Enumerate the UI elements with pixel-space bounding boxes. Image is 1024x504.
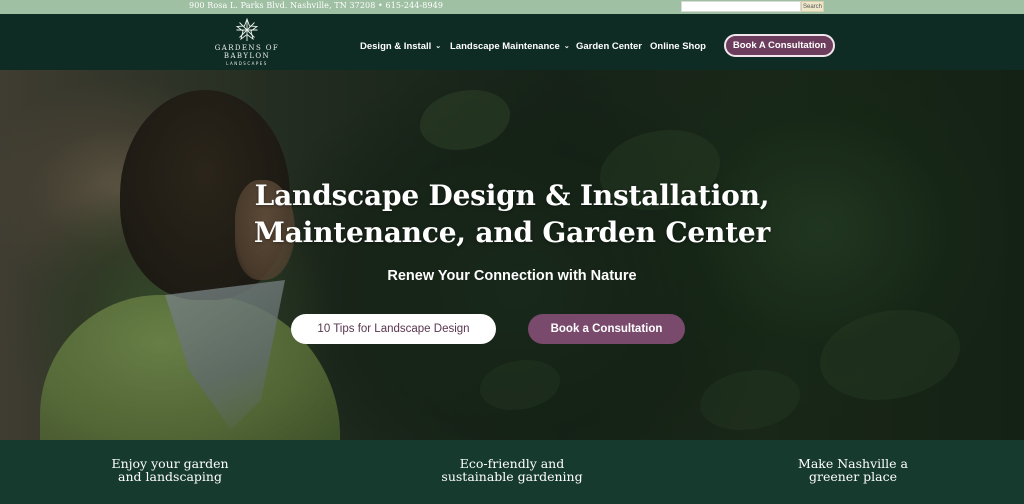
- chevron-down-icon: ⌄: [563, 42, 570, 50]
- features-strip: Enjoy your garden and landscaping Eco-fr…: [0, 440, 1024, 504]
- hero-overlay: [0, 70, 1024, 440]
- nav-label: Garden Center: [576, 41, 642, 52]
- logo-subtitle: LANDSCAPES: [226, 61, 268, 66]
- nav-label: Online Shop: [650, 41, 706, 52]
- logo-wordmark: GARDENS OF BABYLON: [214, 44, 280, 60]
- hero-title-line2: Maintenance, and Garden Center: [253, 216, 771, 249]
- nav-label: Design & Install: [360, 41, 432, 52]
- nav-design-install[interactable]: Design & Install ⌄: [360, 41, 441, 52]
- site-header: GARDENS OF BABYLON LANDSCAPES Design & I…: [0, 14, 1024, 70]
- star-flower-icon: [235, 18, 259, 41]
- feature-line: sustainable gardening: [441, 469, 583, 484]
- search-button[interactable]: Search: [801, 1, 824, 12]
- chevron-down-icon: ⌄: [435, 42, 442, 50]
- feature-line: greener place: [808, 469, 898, 484]
- nav-label: Landscape Maintenance: [450, 41, 560, 52]
- hero-section: Landscape Design & Installation, Mainten…: [0, 70, 1024, 440]
- feature-enjoy-garden: Enjoy your garden and landscaping: [70, 457, 270, 483]
- feature-greener-nashville: Make Nashville a greener place: [753, 457, 953, 483]
- nav-garden-center[interactable]: Garden Center: [576, 41, 642, 52]
- landscape-tips-button[interactable]: 10 Tips for Landscape Design: [291, 314, 496, 344]
- nav-landscape-maintenance[interactable]: Landscape Maintenance ⌄: [450, 41, 570, 52]
- nav-online-shop[interactable]: Online Shop: [650, 41, 706, 52]
- hero-title-line1: Landscape Design & Installation,: [254, 179, 770, 212]
- top-bar: 900 Rosa L. Parks Blvd. Nashville, TN 37…: [0, 0, 1024, 14]
- book-consultation-header-button[interactable]: Book A Consultation: [724, 34, 835, 57]
- hero-subtitle: Renew Your Connection with Nature: [387, 268, 637, 284]
- feature-eco-friendly: Eco-friendly and sustainable gardening: [412, 457, 612, 483]
- site-logo[interactable]: GARDENS OF BABYLON LANDSCAPES: [194, 18, 300, 66]
- book-consultation-hero-button[interactable]: Book a Consultation: [528, 314, 685, 344]
- hero-title: Landscape Design & Installation, Mainten…: [0, 177, 1024, 251]
- address-phone: 900 Rosa L. Parks Blvd. Nashville, TN 37…: [189, 1, 444, 10]
- search-input[interactable]: [681, 1, 801, 12]
- feature-line: and landscaping: [118, 469, 222, 484]
